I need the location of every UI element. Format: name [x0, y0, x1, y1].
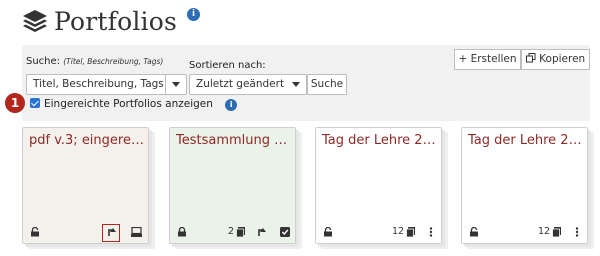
pages-icon: [552, 227, 562, 237]
step-badge-1: 1: [5, 93, 25, 113]
portfolio-card[interactable]: Tag der Lehre 2025... 12: [315, 127, 442, 244]
portfolio-title[interactable]: Tag der Lehre 2025...: [322, 133, 437, 148]
unlock-icon[interactable]: [30, 227, 40, 237]
layers-icon: [23, 10, 47, 32]
show-submitted-text: Eingereichte Portfolios anzeigen: [44, 98, 213, 110]
search-field-select[interactable]: Titel, Beschreibung, Tags: [26, 74, 187, 95]
pages-icon: [236, 227, 246, 237]
page-title: Portfolios: [54, 6, 178, 36]
create-button[interactable]: + Erstellen: [454, 49, 521, 70]
submit-highlight: [102, 224, 120, 242]
chevron-down-icon: [292, 82, 300, 87]
page-count: 2: [228, 226, 235, 237]
portfolio-title[interactable]: Tag der Lehre 2025: [468, 133, 583, 148]
portfolio-title[interactable]: Testsammlung für ...: [176, 133, 291, 148]
search-field-value: Titel, Beschreibung, Tags: [33, 78, 164, 90]
more-options-icon[interactable]: [429, 227, 433, 237]
sort-value: Zuletzt geändert: [196, 78, 285, 90]
portfolio-card[interactable]: Tag der Lehre 2025 12: [461, 127, 588, 244]
create-label: Erstellen: [470, 53, 517, 65]
search-label-text: Suche:: [26, 56, 61, 67]
page-header: Portfolios i: [22, 4, 201, 38]
submit-icon[interactable]: [257, 226, 267, 237]
plus-icon: +: [458, 53, 468, 65]
copy-button[interactable]: Kopieren: [521, 49, 590, 70]
sort-label: Sortieren nach:: [189, 60, 266, 71]
copy-label: Kopieren: [539, 53, 586, 65]
search-label: Suche: (Titel, Beschreibung, Tags): [26, 56, 163, 67]
portfolio-card[interactable]: pdf v.3; eingereicht...: [22, 127, 149, 244]
filter-panel: Suche: (Titel, Beschreibung, Tags) Sorti…: [22, 45, 590, 121]
check-square-icon[interactable]: [280, 227, 290, 237]
portfolio-card[interactable]: Testsammlung für ... 2: [169, 127, 296, 244]
card-footer: 12: [462, 221, 587, 243]
show-submitted-checkbox[interactable]: [30, 98, 40, 108]
copy-icon: [525, 53, 536, 63]
search-button[interactable]: Suche: [307, 74, 347, 95]
page-count: 12: [392, 226, 405, 237]
sort-select[interactable]: Zuletzt geändert: [189, 74, 307, 95]
card-footer: [23, 221, 148, 243]
card-footer: 2: [170, 221, 295, 243]
select-divider: [165, 75, 166, 94]
chevron-down-icon: [172, 82, 180, 87]
info-icon[interactable]: i: [225, 99, 238, 111]
portfolio-title[interactable]: pdf v.3; eingereicht...: [29, 133, 144, 148]
show-submitted-label: Eingereichte Portfolios anzeigen i: [44, 98, 238, 111]
card-footer: 12: [316, 221, 441, 243]
archive-icon[interactable]: [131, 227, 142, 237]
lock-icon[interactable]: [177, 227, 187, 237]
unlock-icon[interactable]: [469, 227, 479, 237]
unlock-icon[interactable]: [323, 227, 333, 237]
search-hint: (Titel, Beschreibung, Tags): [63, 57, 164, 66]
pages-icon: [406, 227, 416, 237]
page-count: 12: [538, 226, 551, 237]
info-icon[interactable]: i: [187, 7, 201, 21]
more-options-icon[interactable]: [575, 227, 579, 237]
